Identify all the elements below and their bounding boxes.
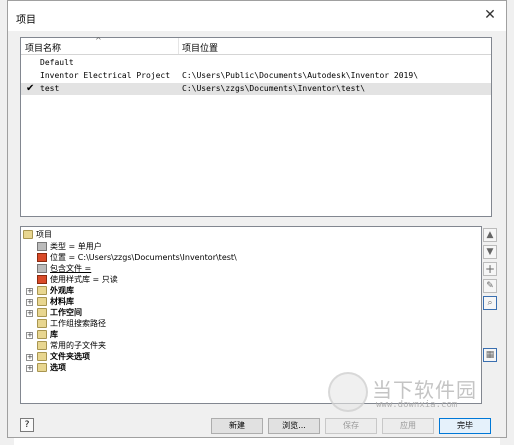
tree-item-type[interactable]: 类型 = 单用户 — [37, 241, 102, 252]
tree-item-libraries[interactable]: 库 — [37, 329, 58, 340]
project-list: 项目名称 ^ 项目位置 Default Inventor Electrical … — [20, 36, 492, 217]
project-name: test — [40, 84, 60, 93]
tree-item-options[interactable]: 选项 — [37, 362, 66, 373]
expand-icon[interactable]: + — [26, 365, 33, 372]
active-checkmark-icon: ✔ — [26, 83, 35, 94]
tree-item-include-file[interactable]: 包含文件 = — [37, 263, 91, 274]
projects-dialog: 项目 ✕ 项目名称 ^ 项目位置 Default Inventor Electr… — [7, 0, 507, 438]
move-up-icon[interactable]: ▲ — [483, 228, 497, 242]
user-type-icon — [37, 242, 47, 251]
column-separator[interactable] — [178, 38, 179, 54]
expand-icon[interactable]: + — [26, 288, 33, 295]
project-list-header: 项目名称 ^ 项目位置 — [21, 36, 491, 55]
column-header-name[interactable]: 项目名称 — [25, 41, 61, 54]
save-button[interactable]: 保存 — [325, 418, 377, 434]
style-library-icon — [37, 275, 47, 284]
dialog-title: 项目 — [16, 15, 36, 26]
include-file-icon — [37, 264, 47, 273]
title-bar: 项目 ✕ — [8, 1, 506, 31]
project-location: C:\Users\zzgs\Documents\Inventor\test\ — [182, 84, 366, 93]
tree-item-style-library[interactable]: 使用样式库 = 只读 — [37, 274, 118, 285]
tree-root[interactable]: 项目 — [23, 229, 52, 240]
project-folder-icon — [23, 230, 33, 239]
project-name: Default — [40, 58, 74, 67]
edit-icon[interactable]: ✎ — [483, 279, 497, 293]
expand-icon[interactable]: + — [26, 354, 33, 361]
expand-icon[interactable]: + — [26, 332, 33, 339]
expand-icon[interactable]: + — [26, 310, 33, 317]
tree-item-frequent-subfolders[interactable]: 常用的子文件夹 — [37, 340, 106, 351]
location-icon — [37, 253, 47, 262]
folder-icon — [37, 352, 47, 361]
project-settings-tree: 项目 类型 = 单用户 位置 = C:\Users\zzgs\Documents… — [20, 226, 482, 404]
tree-item-location[interactable]: 位置 = C:\Users\zzgs\Documents\Inventor\te… — [37, 252, 237, 263]
tree-item-workspace[interactable]: 工作空间 — [37, 307, 82, 318]
add-path-icon[interactable]: + — [483, 262, 497, 276]
project-row-electrical[interactable]: Inventor Electrical Project C:\Users\Pub… — [21, 70, 491, 82]
folder-icon — [37, 341, 47, 350]
library-icon — [37, 297, 47, 306]
folder-icon — [37, 308, 47, 317]
project-row-default[interactable]: Default — [21, 57, 491, 69]
project-row-test[interactable]: ✔ test C:\Users\zzgs\Documents\Inventor\… — [21, 83, 491, 95]
dialog-body: 项目名称 ^ 项目位置 Default Inventor Electrical … — [8, 31, 506, 437]
tree-item-workgroup-paths[interactable]: 工作组搜索路径 — [37, 318, 106, 329]
folder-icon — [37, 330, 47, 339]
expand-icon[interactable]: + — [26, 299, 33, 306]
tree-item-appearance-library[interactable]: 外观库 — [37, 285, 74, 296]
folder-icon — [37, 363, 47, 372]
sort-arrow-icon: ^ — [95, 36, 102, 45]
new-button[interactable]: 新建 — [211, 418, 263, 434]
find-path-icon[interactable]: ⌕ — [483, 296, 497, 310]
close-icon[interactable]: ✕ — [482, 7, 498, 23]
tree-item-folder-options[interactable]: 文件夹选项 — [37, 351, 90, 362]
browse-button[interactable]: 浏览... — [268, 418, 320, 434]
done-button[interactable]: 完毕 — [439, 418, 491, 434]
library-icon — [37, 286, 47, 295]
apply-button[interactable]: 应用 — [382, 418, 434, 434]
column-header-location[interactable]: 项目位置 — [182, 41, 218, 54]
tree-item-material-library[interactable]: 材料库 — [37, 296, 74, 307]
move-down-icon[interactable]: ▼ — [483, 245, 497, 259]
help-button[interactable]: ? — [20, 418, 34, 432]
project-name: Inventor Electrical Project — [40, 71, 171, 80]
button-bar: ? 新建 浏览... 保存 应用 完毕 — [8, 413, 506, 437]
folder-icon — [37, 319, 47, 328]
project-location: C:\Users\Public\Documents\Autodesk\Inven… — [182, 71, 419, 80]
copy-path-icon[interactable]: ▦ — [483, 348, 497, 362]
